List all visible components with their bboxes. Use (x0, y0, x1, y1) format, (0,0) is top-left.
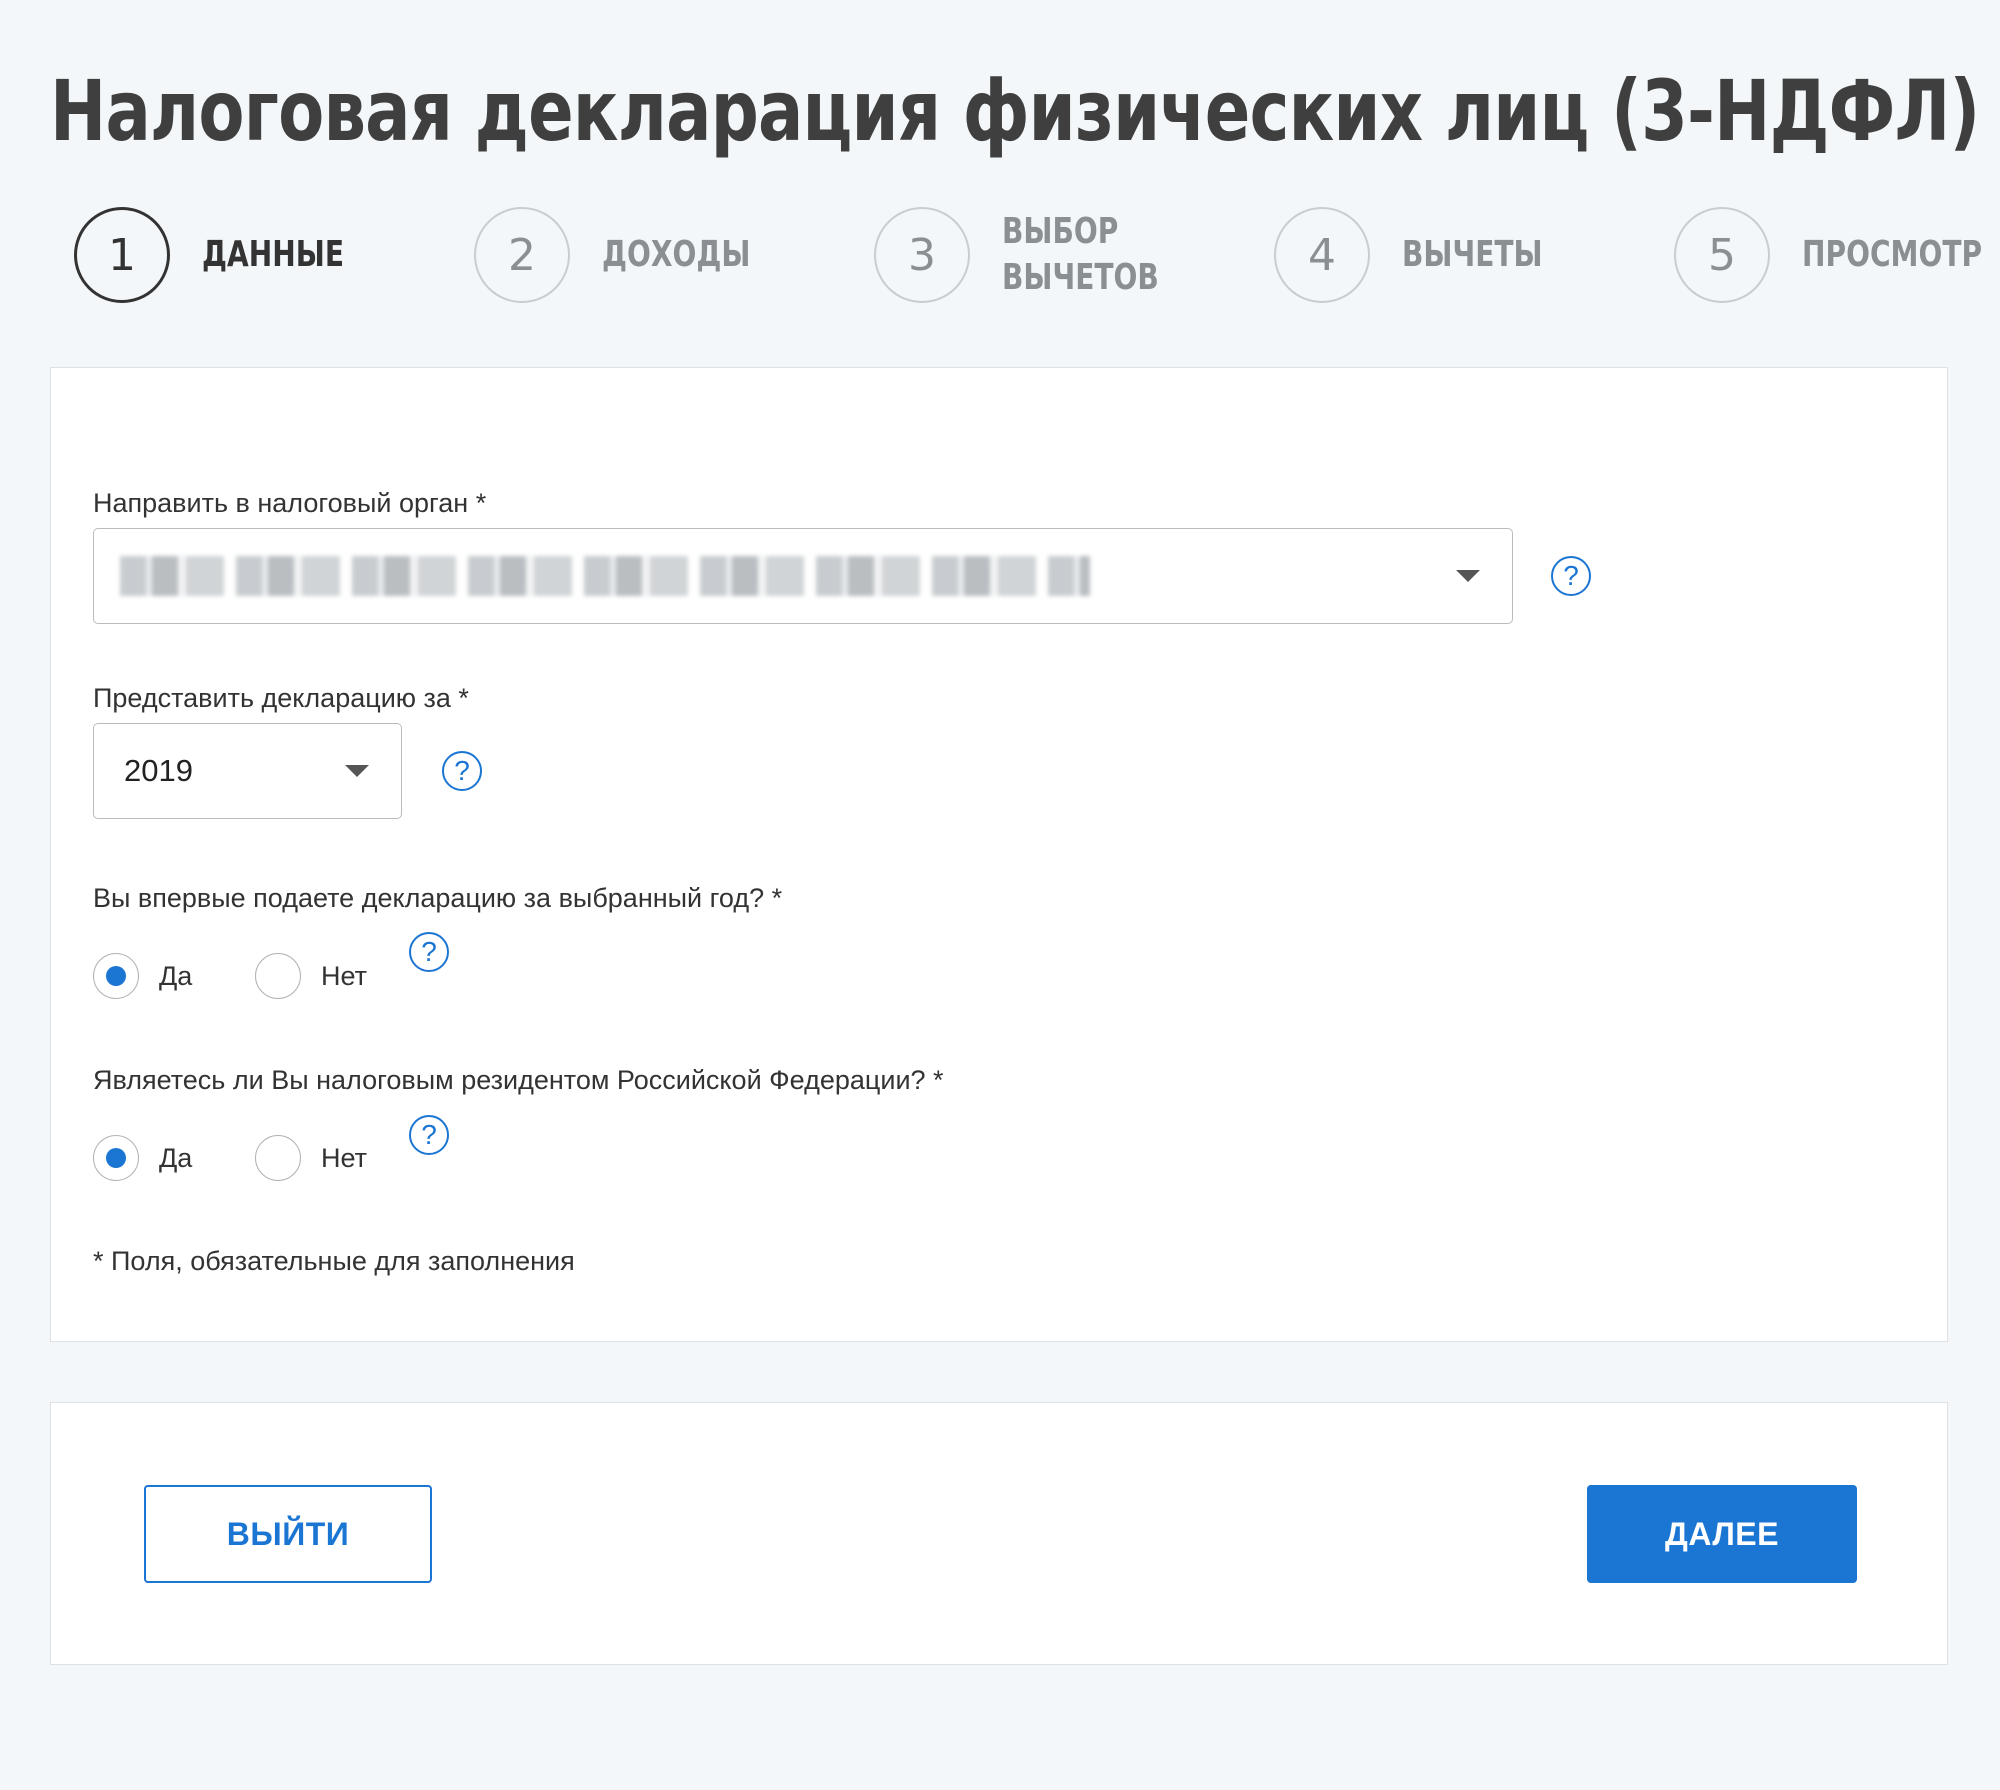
radio-selected-dot (106, 966, 126, 986)
question-circle-icon[interactable]: ? (409, 932, 449, 972)
form-card: Направить в налоговый орган * ? Представ… (50, 367, 1948, 1342)
question-circle-icon[interactable]: ? (1551, 556, 1591, 596)
first-time-label: Вы впервые подаете декларацию за выбранн… (93, 883, 783, 913)
question-circle-icon[interactable]: ? (409, 1115, 449, 1155)
radio-label: Да (159, 960, 193, 991)
tax-office-value-redacted (120, 556, 1090, 596)
step-number: 5 (1674, 207, 1770, 303)
required-fields-note: * Поля, обязательные для заполнения (93, 1246, 575, 1276)
year-select[interactable]: 2019 (93, 723, 402, 819)
first-time-no-radio[interactable]: Нет (255, 951, 367, 1001)
step-2[interactable]: 2 ДОХОДЫ (474, 205, 792, 305)
step-number: 2 (474, 207, 570, 303)
caret-down-icon (345, 765, 369, 777)
actions-card: ВЫЙТИ ДАЛЕЕ (50, 1402, 1948, 1665)
radio-label: Нет (321, 960, 367, 991)
step-3[interactable]: 3 ВЫБОР ВЫЧЕТОВ (874, 205, 1203, 305)
resident-label: Являетесь ли Вы налоговым резидентом Рос… (93, 1065, 944, 1095)
radio-selected-dot (106, 1148, 126, 1168)
step-number: 3 (874, 207, 970, 303)
step-number: 4 (1274, 207, 1370, 303)
year-label: Представить декларацию за * (93, 683, 469, 713)
tax-office-label: Направить в налоговый орган * (93, 488, 487, 518)
next-button[interactable]: ДАЛЕЕ (1587, 1485, 1857, 1583)
first-time-yes-radio[interactable]: Да (93, 951, 192, 1001)
step-number: 1 (74, 207, 170, 303)
step-label: ПРОСМОТР (1802, 234, 1983, 275)
step-4[interactable]: 4 ВЫЧЕТЫ (1274, 205, 1582, 305)
radio-circle (255, 953, 301, 999)
radio-circle (93, 1135, 139, 1181)
year-value: 2019 (124, 753, 193, 788)
page-title: Налоговая декларация физических лиц (3-Н… (50, 62, 1980, 160)
radio-circle (93, 953, 139, 999)
resident-radio-group: Да Нет (93, 1133, 393, 1183)
tax-office-select[interactable] (93, 528, 1513, 624)
step-1[interactable]: 1 ДАННЫЕ (74, 205, 384, 305)
step-5[interactable]: 5 ПРОСМОТР (1674, 205, 2000, 305)
question-circle-icon[interactable]: ? (442, 751, 482, 791)
caret-down-icon (1456, 570, 1480, 582)
first-time-radio-group: Да Нет (93, 951, 393, 1001)
radio-label: Нет (321, 1142, 367, 1173)
resident-no-radio[interactable]: Нет (255, 1133, 367, 1183)
resident-yes-radio[interactable]: Да (93, 1133, 192, 1183)
step-label: ВЫБОР ВЫЧЕТОВ (1002, 211, 1159, 298)
radio-label: Да (159, 1142, 193, 1173)
step-label: ДАННЫЕ (202, 234, 345, 275)
radio-circle (255, 1135, 301, 1181)
step-label: ВЫЧЕТЫ (1402, 234, 1543, 275)
stepper: 1 ДАННЫЕ 2 ДОХОДЫ 3 ВЫБОР ВЫЧЕТОВ 4 ВЫЧЕ… (0, 205, 2000, 305)
exit-button[interactable]: ВЫЙТИ (144, 1485, 432, 1583)
step-label: ДОХОДЫ (602, 234, 751, 275)
